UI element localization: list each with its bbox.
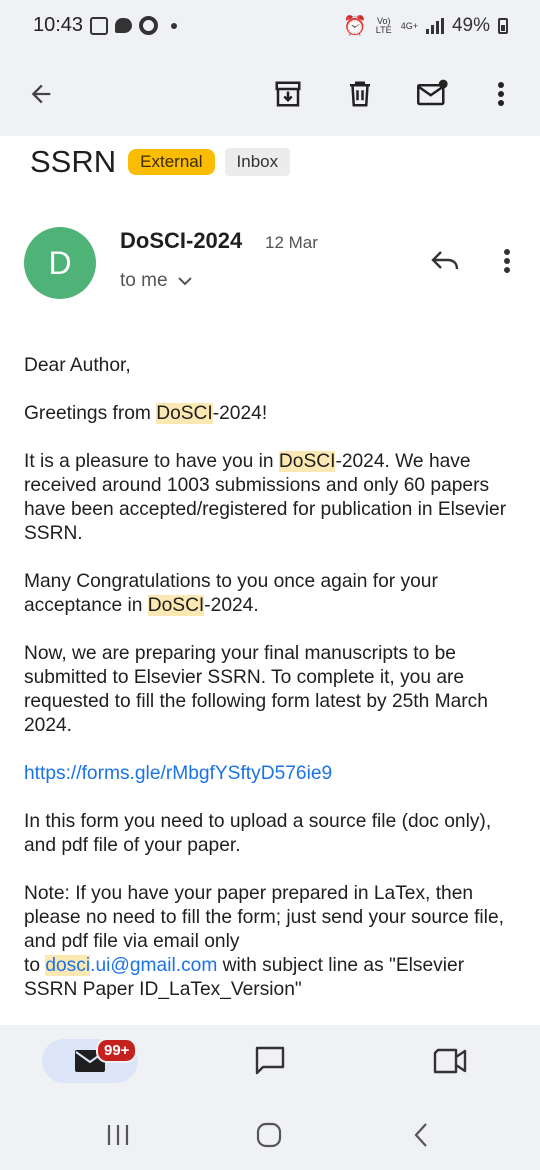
search-highlight: DoSCI bbox=[278, 451, 336, 472]
bottom-navigation: 99+ bbox=[0, 1025, 540, 1100]
chevron-down-icon bbox=[177, 277, 192, 286]
message-more-icon[interactable] bbox=[488, 240, 526, 282]
chat-notification-icon bbox=[115, 18, 132, 33]
body-greeting: Dear Author, bbox=[24, 355, 131, 376]
more-vert-icon[interactable] bbox=[478, 71, 524, 117]
subject-row: SSRN External Inbox bbox=[30, 144, 291, 180]
recipient-label: to me bbox=[120, 270, 168, 291]
search-highlight: DoSCI bbox=[147, 595, 205, 616]
chat-icon[interactable] bbox=[249, 1040, 291, 1082]
body-paragraph: Many Congratulations to you once again f… bbox=[24, 571, 438, 616]
body-note: Note: If you have your paper prepared in… bbox=[24, 883, 504, 1000]
meet-video-icon[interactable] bbox=[429, 1040, 471, 1082]
volte-icon: Vo) LTE bbox=[375, 16, 392, 35]
battery-level: 49% bbox=[451, 15, 490, 36]
body-paragraph: It is a pleasure to have you in DoSCI-20… bbox=[24, 451, 507, 544]
signal-icon bbox=[425, 18, 444, 34]
status-bar: 10:43 ⏰ Vo) LTE 4G+ 49% bbox=[0, 0, 540, 54]
unread-count-badge: 99+ bbox=[96, 1038, 138, 1063]
sender-name[interactable]: DoSCI-2024 bbox=[120, 228, 242, 254]
more-notifications-icon bbox=[171, 22, 177, 29]
archive-icon[interactable] bbox=[265, 71, 311, 117]
label-external: External bbox=[128, 149, 215, 175]
status-time: 10:43 bbox=[33, 14, 84, 36]
system-navigation-bar bbox=[0, 1100, 540, 1170]
system-back-icon[interactable] bbox=[403, 1117, 439, 1153]
search-highlight: DoSCI bbox=[156, 403, 213, 424]
battery-icon bbox=[498, 18, 508, 34]
form-link[interactable]: https://forms.gle/rMbgfYSftyD576ie9 bbox=[24, 763, 332, 784]
home-icon[interactable] bbox=[251, 1117, 287, 1153]
recipient-details[interactable]: to me bbox=[120, 270, 192, 292]
app-notification-icon bbox=[139, 16, 158, 35]
body-paragraph: Now, we are preparing your final manuscr… bbox=[24, 643, 488, 736]
body-greetings-line: Greetings from DoSCI-2024! bbox=[24, 403, 268, 424]
email-date: 12 Mar bbox=[265, 233, 318, 252]
email-subject: SSRN bbox=[30, 144, 117, 179]
email-content[interactable]: SSRN External Inbox D DoSCI-2024 12 Mar … bbox=[0, 136, 540, 1025]
network-type-icon: 4G+ bbox=[400, 20, 418, 31]
email-body: Dear Author, Greetings from DoSCI-2024! … bbox=[24, 354, 518, 1025]
avatar[interactable]: D bbox=[24, 227, 96, 299]
delete-icon[interactable] bbox=[337, 71, 383, 117]
email-link[interactable]: dosci.ui@gmail.com bbox=[45, 955, 217, 976]
mark-unread-icon[interactable] bbox=[409, 71, 455, 117]
recent-apps-icon[interactable] bbox=[100, 1117, 136, 1153]
gallery-notification-icon bbox=[90, 16, 108, 35]
label-inbox[interactable]: Inbox bbox=[224, 148, 291, 176]
alarm-icon: ⏰ bbox=[343, 16, 367, 37]
reply-icon[interactable] bbox=[424, 240, 466, 282]
email-toolbar bbox=[0, 54, 540, 136]
body-paragraph: In this form you need to upload a source… bbox=[24, 811, 492, 856]
search-highlight: dosci bbox=[45, 955, 91, 976]
back-arrow-icon[interactable] bbox=[18, 71, 64, 117]
